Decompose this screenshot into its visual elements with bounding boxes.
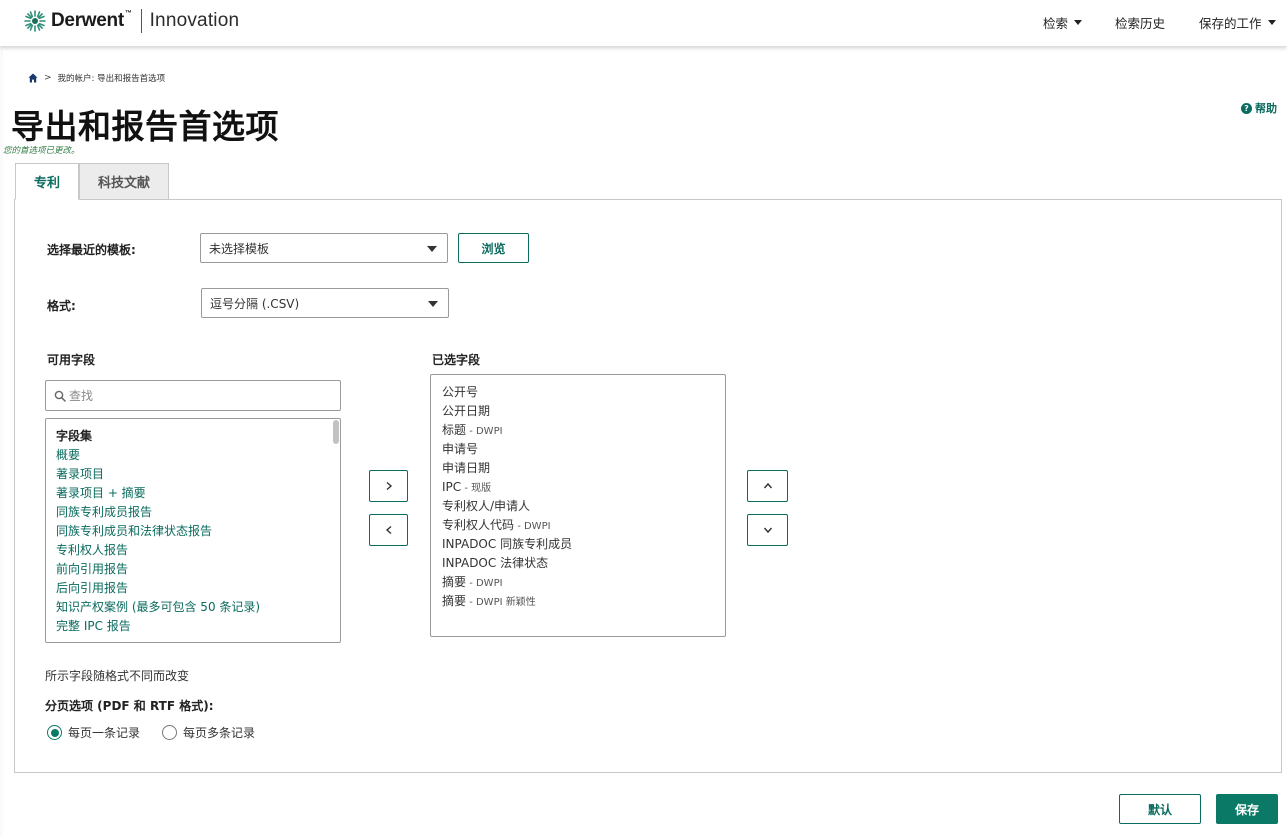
search-icon <box>54 390 66 402</box>
logo-divider <box>141 9 142 33</box>
tab-patents[interactable]: 专利 <box>15 163 79 200</box>
list-item[interactable]: 著录项目 <box>56 465 340 484</box>
selected-fields-list[interactable]: 公开号 公开日期 标题 - DWPI 申请号 申请日期 IPC - 现版 专利权… <box>430 374 726 637</box>
format-label: 格式: <box>47 297 76 314</box>
default-button[interactable]: 默认 <box>1119 794 1201 824</box>
list-item[interactable]: IPC - 现版 <box>442 478 725 497</box>
dropdown-arrow-icon <box>428 301 438 307</box>
available-fields-label: 可用字段 <box>47 351 95 368</box>
list-item[interactable]: 专利权人报告 <box>56 541 340 560</box>
list-item[interactable]: INPADOC 法律状态 <box>442 554 725 573</box>
format-select-value: 逗号分隔 (.CSV) <box>210 295 299 312</box>
nav-search-label: 检索 <box>1043 13 1068 32</box>
breadcrumb-current: 我的帐户: 导出和报告首选项 <box>58 72 166 84</box>
scrollbar-thumb[interactable] <box>333 420 339 444</box>
template-label: 选择最近的模板: <box>47 241 136 258</box>
dropdown-arrow-icon <box>427 246 437 252</box>
move-up-button[interactable] <box>747 470 788 502</box>
template-select[interactable]: 未选择模板 <box>200 233 448 263</box>
page-title: 导出和报告首选项 <box>11 100 279 148</box>
nav-search-history[interactable]: 检索历史 <box>1115 13 1165 32</box>
brand-name: Derwent™ <box>51 10 132 32</box>
add-field-button[interactable] <box>369 470 408 502</box>
list-item[interactable]: 公开日期 <box>442 402 725 421</box>
format-select[interactable]: 逗号分隔 (.CSV) <box>201 288 449 318</box>
list-item[interactable]: 同族专利成员和法律状态报告 <box>56 522 340 541</box>
browse-button[interactable]: 浏览 <box>458 233 529 263</box>
field-search-input[interactable]: 查找 <box>45 380 341 411</box>
chevron-left-icon <box>384 525 394 535</box>
chevron-down-icon <box>1268 20 1276 25</box>
selected-fields-label: 已选字段 <box>432 351 480 368</box>
chevron-right-icon: > <box>44 73 52 83</box>
nav-saved-work-label: 保存的工作 <box>1199 13 1262 32</box>
list-item[interactable]: 知识产权案例 (最多可包含 50 条记录) <box>56 598 340 617</box>
home-icon[interactable] <box>28 73 38 83</box>
list-item[interactable]: 标题 - DWPI <box>442 421 725 440</box>
chevron-down-icon <box>1074 20 1082 25</box>
list-item[interactable]: 专利权人/申请人 <box>442 497 725 516</box>
top-header: Derwent™ Innovation 检索 检索历史 保存的工作 <box>0 0 1287 46</box>
help-icon: ? <box>1241 103 1252 114</box>
radio-one-per-page[interactable]: 每页一条记录 <box>47 724 140 741</box>
list-item[interactable]: 申请日期 <box>442 459 725 478</box>
list-item[interactable]: 同族专利成员报告 <box>56 503 340 522</box>
search-placeholder: 查找 <box>69 387 93 404</box>
nav-saved-work-menu[interactable]: 保存的工作 <box>1199 13 1276 32</box>
breadcrumb: > 我的帐户: 导出和报告首选项 <box>28 72 165 84</box>
list-group-header: 字段集 <box>56 427 340 446</box>
list-item[interactable]: 后向引用报告 <box>56 579 340 598</box>
radio-multiple-per-page[interactable]: 每页多条记录 <box>162 724 255 741</box>
list-item[interactable]: 完整 IPC 报告 <box>56 617 340 636</box>
list-item[interactable]: 公开号 <box>442 383 725 402</box>
radio-label: 每页一条记录 <box>68 724 140 741</box>
save-button[interactable]: 保存 <box>1216 794 1278 824</box>
saved-confirmation: 您的首选项已更改。 <box>3 144 80 156</box>
derwent-logo[interactable]: Derwent™ Innovation <box>24 9 239 33</box>
pagination-label: 分页选项 (PDF 和 RTF 格式): <box>45 697 214 714</box>
move-down-button[interactable] <box>747 514 788 546</box>
chevron-down-icon <box>763 525 773 535</box>
remove-field-button[interactable] <box>369 514 408 546</box>
template-select-value: 未选择模板 <box>209 240 269 257</box>
fields-note: 所示字段随格式不同而改变 <box>45 667 189 684</box>
help-label: 帮助 <box>1255 100 1277 116</box>
left-edge-strip <box>0 46 3 836</box>
list-item[interactable]: 前向引用报告 <box>56 560 340 579</box>
chevron-right-icon <box>384 481 394 491</box>
list-item[interactable]: 概要 <box>56 446 340 465</box>
list-item[interactable]: 著录项目 + 摘要 <box>56 484 340 503</box>
help-link[interactable]: ? 帮助 <box>1241 100 1277 116</box>
available-fields-list[interactable]: 字段集 概要 著录项目 著录项目 + 摘要 同族专利成员报告 同族专利成员和法律… <box>45 418 341 643</box>
list-item[interactable]: 申请号 <box>442 440 725 459</box>
radio-button-checked[interactable] <box>47 725 62 740</box>
chevron-up-icon <box>763 481 773 491</box>
radio-label: 每页多条记录 <box>183 724 255 741</box>
derwent-logo-icon <box>24 10 46 32</box>
nav-search-menu[interactable]: 检索 <box>1043 13 1082 32</box>
radio-button[interactable] <box>162 725 177 740</box>
tab-literature[interactable]: 科技文献 <box>79 163 169 200</box>
list-item[interactable]: 摘要 - DWPI <box>442 573 725 592</box>
list-item[interactable]: 专利权人代码 - DWPI <box>442 516 725 535</box>
list-item[interactable]: 摘要 - DWPI 新颖性 <box>442 592 725 611</box>
product-name: Innovation <box>150 10 240 32</box>
list-item[interactable]: INPADOC 同族专利成员 <box>442 535 725 554</box>
nav-history-label: 检索历史 <box>1115 13 1165 32</box>
